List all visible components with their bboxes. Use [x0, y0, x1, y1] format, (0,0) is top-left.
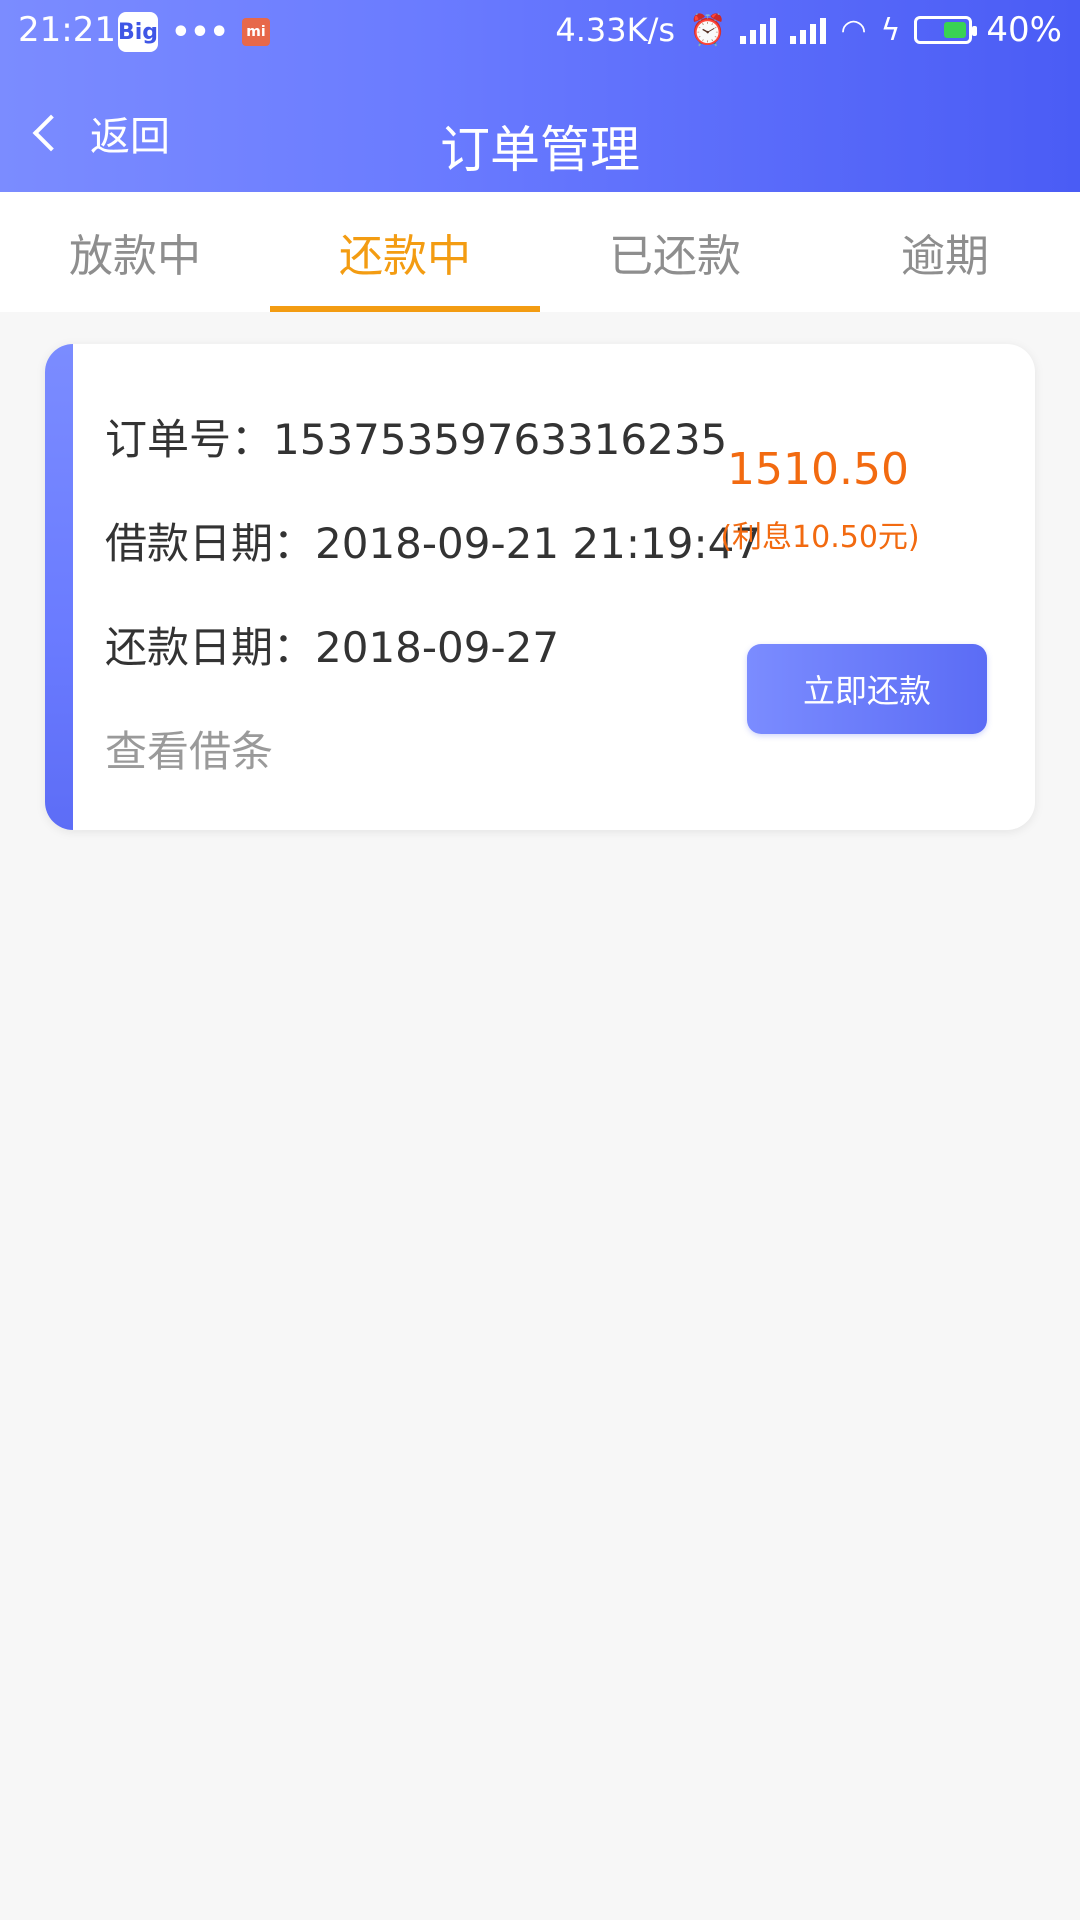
header-area: 21:21 Big ••• mi 4.33K/s ⏰ ◠ ϟ 40% 返回 订单… — [0, 0, 1080, 192]
battery-percent: 40% — [986, 10, 1062, 50]
page-title: 订单管理 — [440, 121, 640, 179]
card-accent-stripe — [45, 344, 73, 830]
loan-date: 借款日期：2018-09-21 21:19:47 — [105, 519, 762, 568]
repay-amount: 1510.50 — [727, 444, 909, 495]
signal-icon-1 — [740, 16, 777, 44]
tab-repaid[interactable]: 已还款 — [540, 192, 810, 312]
order-number: 订单号：15375359763316235 — [105, 415, 728, 464]
view-loan-note-link[interactable]: 查看借条 — [105, 718, 273, 779]
repay-now-button[interactable]: 立即还款 — [747, 644, 987, 734]
mi-icon: mi — [242, 18, 270, 46]
alarm-icon: ⏰ — [689, 12, 727, 48]
app-notification-icon: Big — [118, 12, 158, 52]
order-tabs: 放款中 还款中 已还款 逾期 — [0, 192, 1080, 312]
interest-amount: (利息10.50元) — [720, 520, 920, 555]
repay-date: 还款日期：2018-09-27 — [105, 623, 560, 672]
chat-icon: ••• — [171, 14, 229, 50]
status-bar: 21:21 Big ••• mi 4.33K/s ⏰ ◠ ϟ 40% — [0, 0, 1080, 62]
wifi-icon: ◠ — [840, 12, 867, 48]
tab-disbursing[interactable]: 放款中 — [0, 192, 270, 312]
status-right: 4.33K/s ⏰ ◠ ϟ 40% — [555, 10, 1062, 50]
battery-icon — [914, 16, 978, 44]
navbar: 返回 订单管理 — [0, 62, 1080, 192]
signal-icon-2 — [790, 16, 827, 44]
tab-repaying[interactable]: 还款中 — [270, 192, 540, 312]
status-time: 21:21 — [18, 10, 116, 50]
charging-icon: ϟ — [880, 12, 901, 48]
order-card: 订单号：15375359763316235 借款日期：2018-09-21 21… — [45, 344, 1035, 830]
status-app-icons: Big ••• mi — [118, 12, 270, 52]
network-speed: 4.33K/s — [555, 11, 676, 49]
tab-overdue[interactable]: 逾期 — [810, 192, 1080, 312]
